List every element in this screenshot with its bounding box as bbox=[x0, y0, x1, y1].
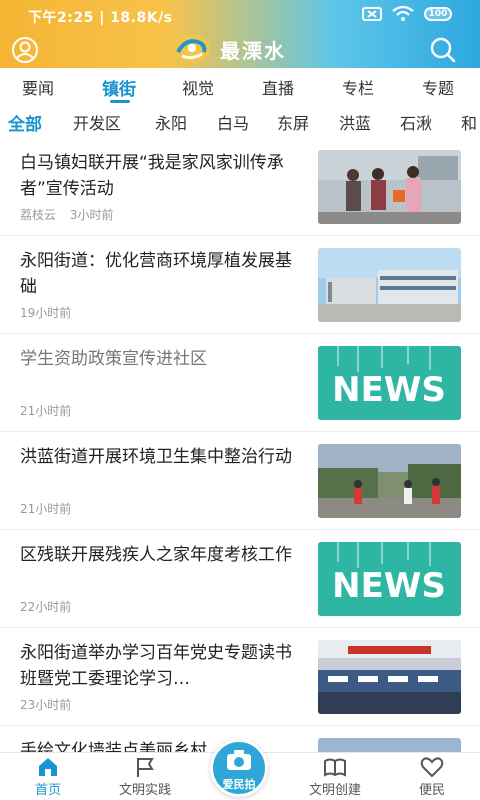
app-logo: 最溧水 bbox=[172, 32, 286, 66]
article-title: 洪蓝街道开展环境卫生集中整治行动 bbox=[20, 447, 292, 467]
article-time: 21小时前 bbox=[20, 502, 72, 516]
list-item[interactable]: 学生资助政策宣传进社区 21小时前 NEWS bbox=[0, 334, 480, 432]
article-title: 永阳街道举办学习百年党史专题读书班暨党工委理论学习… bbox=[20, 643, 292, 689]
status-icons: 100 bbox=[362, 6, 452, 22]
article-thumbnail bbox=[318, 150, 461, 224]
nav-label: 文明创建 bbox=[308, 783, 361, 798]
heart-icon bbox=[420, 757, 444, 778]
article-meta: 21小时前 bbox=[20, 500, 81, 517]
sim-icon bbox=[362, 7, 382, 21]
tab-yaowen[interactable]: 要闻 bbox=[22, 75, 54, 99]
article-time: 22小时前 bbox=[20, 600, 72, 614]
status-time: 下午2:25 | 18.8K/s bbox=[28, 10, 173, 26]
nav-convenience[interactable]: 便民 bbox=[392, 755, 472, 798]
camera-icon bbox=[227, 750, 251, 770]
filter-baima[interactable]: 白马 bbox=[217, 110, 249, 134]
list-item[interactable]: 永阳街道：优化营商环境厚植发展基础 19小时前 bbox=[0, 236, 480, 334]
battery-icon: 100 bbox=[424, 7, 452, 21]
filter-all[interactable]: 全部 bbox=[8, 110, 42, 135]
article-time: 21小时前 bbox=[20, 404, 72, 418]
article-meta: 21小时前 bbox=[20, 402, 81, 419]
flag-icon bbox=[137, 758, 154, 777]
article-time: 19小时前 bbox=[20, 306, 72, 320]
article-time: 23小时前 bbox=[20, 698, 72, 712]
camera-button[interactable]: 爱民拍 bbox=[210, 739, 268, 797]
tab-zhuanti[interactable]: 专题 bbox=[422, 75, 454, 99]
article-title: 白马镇妇联开展“我是家风家训传承者”宣传活动 bbox=[20, 153, 284, 199]
news-placeholder-thumbnail: NEWS bbox=[318, 542, 461, 616]
article-title: 学生资助政策宣传进社区 bbox=[20, 349, 207, 369]
tab-shijue[interactable]: 视觉 bbox=[182, 75, 214, 99]
article-thumbnail bbox=[318, 248, 461, 322]
title-row: 最溧水 bbox=[0, 30, 480, 68]
list-item[interactable]: 永阳街道举办学习百年党史专题读书班暨党工委理论学习… 23小时前 bbox=[0, 628, 480, 726]
article-source: 荔枝云 bbox=[20, 208, 57, 222]
news-placeholder-thumbnail: NEWS bbox=[318, 346, 461, 420]
filter-dongping[interactable]: 东屏 bbox=[277, 110, 309, 134]
search-icon[interactable] bbox=[428, 35, 458, 65]
filter-shiqiu[interactable]: 石湫 bbox=[400, 110, 432, 134]
nav-home[interactable]: 首页 bbox=[8, 755, 88, 798]
tab-zhibo[interactable]: 直播 bbox=[262, 75, 294, 99]
article-meta: 19小时前 bbox=[20, 304, 81, 321]
camera-button-label: 爱民拍 bbox=[222, 778, 256, 791]
article-time: 3小时前 bbox=[69, 208, 114, 222]
active-tab-indicator bbox=[110, 100, 130, 103]
tab-zhenjie[interactable]: 镇街 bbox=[102, 75, 136, 100]
channel-tabs: 要闻 镇街 视觉 直播 专栏 专题 bbox=[0, 68, 480, 104]
filter-he[interactable]: 和 bbox=[461, 110, 477, 134]
article-title: 永阳街道：优化营商环境厚植发展基础 bbox=[20, 251, 292, 297]
news-badge-text: NEWS bbox=[332, 370, 446, 410]
article-meta: 荔枝云 3小时前 bbox=[20, 206, 123, 223]
nav-label: 便民 bbox=[418, 783, 445, 798]
filter-yongyang[interactable]: 永阳 bbox=[155, 110, 187, 134]
filter-kaifaqu[interactable]: 开发区 bbox=[73, 110, 121, 134]
status-bar: 下午2:25 | 18.8K/s 100 bbox=[0, 0, 480, 30]
article-meta: 22小时前 bbox=[20, 598, 81, 615]
list-item[interactable]: 白马镇妇联开展“我是家风家训传承者”宣传活动 荔枝云 3小时前 bbox=[0, 138, 480, 236]
app-header: 下午2:25 | 18.8K/s 100 最溧水 bbox=[0, 0, 480, 68]
nav-label: 文明实践 bbox=[118, 783, 171, 798]
article-meta: 23小时前 bbox=[20, 696, 81, 713]
filter-honglan[interactable]: 洪蓝 bbox=[339, 110, 371, 134]
article-thumbnail bbox=[318, 640, 461, 714]
bottom-nav: 首页 文明实践 爱民拍 文明创建 便民 bbox=[0, 739, 480, 800]
article-feed: 白马镇妇联开展“我是家风家训传承者”宣传活动 荔枝云 3小时前 永阳街道：优化营… bbox=[0, 138, 480, 758]
nav-label: 首页 bbox=[34, 783, 61, 798]
list-item[interactable]: 洪蓝街道开展环境卫生集中整治行动 21小时前 bbox=[0, 432, 480, 530]
tab-zhuanlan[interactable]: 专栏 bbox=[342, 75, 374, 99]
app-name: 最溧水 bbox=[220, 38, 286, 63]
nav-civility-practice[interactable]: 文明实践 bbox=[105, 755, 185, 798]
logo-swirl-icon bbox=[174, 35, 210, 63]
wifi-icon bbox=[392, 6, 414, 21]
nav-civility-creation[interactable]: 文明创建 bbox=[295, 755, 375, 798]
list-item[interactable]: 区残联开展残疾人之家年度考核工作 22小时前 NEWS bbox=[0, 530, 480, 628]
book-icon bbox=[324, 758, 346, 777]
article-title: 区残联开展残疾人之家年度考核工作 bbox=[20, 545, 292, 565]
town-filter: 全部 开发区 永阳 白马 东屏 洪蓝 石湫 和 bbox=[0, 104, 480, 138]
home-icon bbox=[39, 758, 57, 776]
news-badge-text: NEWS bbox=[332, 566, 446, 606]
user-icon[interactable] bbox=[10, 35, 40, 65]
article-thumbnail bbox=[318, 444, 461, 518]
